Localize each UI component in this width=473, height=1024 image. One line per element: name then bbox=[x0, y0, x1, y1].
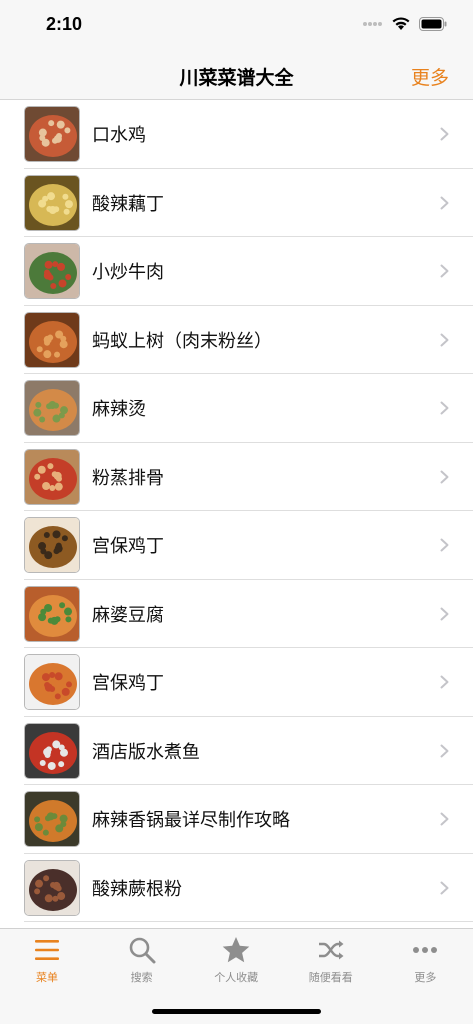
recipe-thumbnail bbox=[24, 859, 80, 916]
recipe-title: 口水鸡 bbox=[92, 125, 146, 147]
chevron-right-icon bbox=[440, 881, 449, 895]
chevron-right-icon bbox=[440, 538, 449, 552]
recipe-row[interactable]: 麻辣香锅最详尽制作攻略 bbox=[0, 785, 473, 854]
recipe-thumbnail bbox=[24, 448, 80, 505]
chevron-right-icon bbox=[440, 127, 449, 141]
tab-search[interactable]: 搜索 bbox=[95, 935, 189, 985]
menu-icon bbox=[35, 940, 59, 960]
recipe-thumbnail bbox=[24, 654, 80, 711]
recipe-thumbnail bbox=[24, 722, 80, 779]
recipe-title: 小炒牛肉 bbox=[92, 262, 164, 284]
recipe-title: 麻婆豆腐 bbox=[92, 604, 164, 626]
recipe-thumbnail bbox=[24, 311, 80, 368]
page-title: 川菜菜谱大全 bbox=[179, 67, 294, 89]
recipe-title: 粉蒸排骨 bbox=[92, 467, 164, 489]
recipe-row[interactable]: 麻婆豆腐 bbox=[0, 580, 473, 649]
recipe-title: 酸辣藕丁 bbox=[92, 193, 164, 215]
recipe-row[interactable]: 酸辣藕丁 bbox=[0, 169, 473, 238]
tab-label: 个人收藏 bbox=[214, 971, 259, 984]
recipe-title: 麻辣香锅最详尽制作攻略 bbox=[92, 810, 290, 832]
navigation-bar: 川菜菜谱大全 更多 bbox=[0, 52, 473, 100]
recipe-title: 宫保鸡丁 bbox=[92, 673, 164, 695]
recipe-row[interactable]: 麻辣烫 bbox=[0, 374, 473, 443]
tab-menu[interactable]: 菜单 bbox=[0, 935, 94, 985]
status-icons bbox=[363, 16, 447, 31]
chevron-right-icon bbox=[440, 675, 449, 689]
recipe-thumbnail bbox=[24, 517, 80, 574]
recipe-title: 酸辣蕨根粉 bbox=[92, 878, 182, 900]
chevron-right-icon bbox=[440, 607, 449, 621]
recipe-row[interactable]: 宫保鸡丁 bbox=[0, 511, 473, 580]
recipe-row[interactable]: 宫保鸡丁 bbox=[0, 648, 473, 717]
chevron-right-icon bbox=[440, 264, 449, 278]
recipe-list[interactable]: 口水鸡 酸辣藕丁 小炒牛肉 蚂蚁上树（肉末粉丝） 麻辣烫 粉蒸排骨 宫保鸡丁 麻婆豆腐 宫保鸡丁… bbox=[0, 100, 473, 928]
recipe-title: 宫保鸡丁 bbox=[92, 536, 164, 558]
star-icon bbox=[222, 937, 250, 963]
home-indicator bbox=[152, 1009, 321, 1014]
status-bar: 2:10 bbox=[0, 0, 473, 52]
tab-label: 菜单 bbox=[36, 971, 58, 984]
status-time: 2:10 bbox=[46, 14, 83, 34]
shuffle-icon bbox=[318, 940, 344, 960]
chevron-right-icon bbox=[440, 401, 449, 415]
tab-more-dots[interactable]: 更多 bbox=[378, 935, 472, 985]
recipe-row[interactable]: 小炒牛肉 bbox=[0, 237, 473, 306]
search-icon bbox=[129, 937, 156, 964]
tab-label: 搜索 bbox=[130, 971, 153, 984]
more-button[interactable]: 更多 bbox=[411, 63, 449, 90]
recipe-thumbnail bbox=[24, 585, 80, 642]
chevron-right-icon bbox=[440, 812, 449, 826]
recipe-thumbnail bbox=[24, 174, 80, 231]
tab-label: 随便看看 bbox=[308, 971, 353, 984]
cellular-signal-icon bbox=[363, 21, 382, 26]
recipe-row[interactable]: 口水鸡 bbox=[0, 100, 473, 169]
recipe-thumbnail bbox=[24, 380, 80, 437]
tab-label: 更多 bbox=[414, 971, 437, 984]
recipe-title: 蚂蚁上树（肉末粉丝） bbox=[92, 330, 272, 352]
chevron-right-icon bbox=[440, 744, 449, 758]
tab-star[interactable]: 个人收藏 bbox=[189, 935, 283, 985]
chevron-right-icon bbox=[440, 196, 449, 210]
recipe-row[interactable]: 酸辣蕨根粉 bbox=[0, 854, 473, 923]
recipe-row[interactable]: 酒店版水煮鱼 bbox=[0, 717, 473, 786]
chevron-right-icon bbox=[440, 470, 449, 484]
wifi-icon bbox=[392, 17, 410, 30]
chevron-right-icon bbox=[440, 333, 449, 347]
recipe-thumbnail bbox=[24, 106, 80, 163]
recipe-title: 酒店版水煮鱼 bbox=[92, 741, 200, 763]
more-dots-icon bbox=[413, 947, 438, 953]
recipe-row[interactable]: 粉蒸排骨 bbox=[0, 443, 473, 512]
recipe-title: 麻辣烫 bbox=[92, 399, 146, 421]
recipe-thumbnail bbox=[24, 791, 80, 848]
recipe-row[interactable]: 蚂蚁上树（肉末粉丝） bbox=[0, 306, 473, 375]
tab-shuffle[interactable]: 随便看看 bbox=[284, 935, 378, 985]
recipe-thumbnail bbox=[24, 243, 80, 300]
battery-icon bbox=[419, 16, 447, 31]
